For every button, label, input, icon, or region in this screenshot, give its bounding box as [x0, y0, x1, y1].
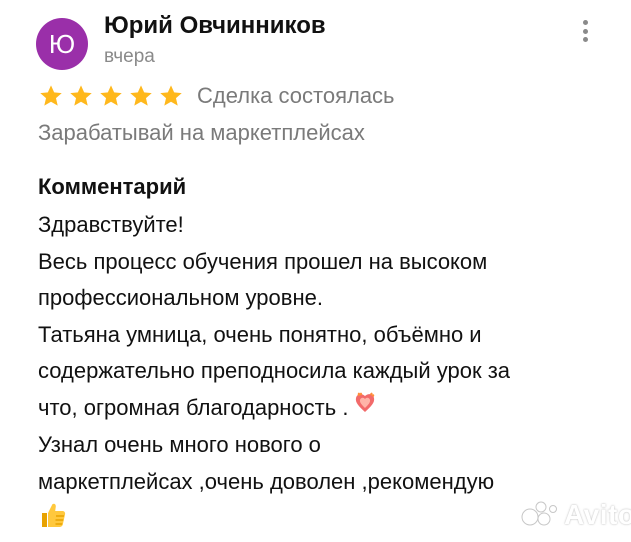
comment-line-with-emoji: что, огромная благодарность . [38, 390, 608, 428]
comment-line: Здравствуйте! [38, 212, 184, 237]
menu-dot [582, 37, 588, 42]
avatar[interactable]: Ю [36, 18, 88, 70]
star-icon [100, 85, 122, 106]
deal-status: Сделка состоялась [197, 83, 395, 108]
comment-body: Здравствуйте! Весь процесс обучения прош… [38, 207, 608, 542]
comment-heading: Комментарий [38, 174, 187, 199]
comment-line: Весь процесс обучения прошел на высоком [38, 248, 488, 274]
star-rating [38, 83, 184, 109]
heart-on-fire-emoji [352, 390, 378, 428]
star-icon [160, 85, 182, 106]
star-icon [130, 85, 152, 106]
star-icon [70, 85, 92, 106]
rating-row: Сделка состоялась [38, 80, 395, 112]
comment-line: профессиональном уровне. [38, 285, 323, 310]
comment-line: Татьяна умница, очень понятно, объёмно и [38, 321, 482, 347]
comment-line: маркетплейсах ,очень доволен ,рекомендую [38, 468, 495, 494]
comment-line: содержательно преподносила каждый урок з… [38, 358, 511, 383]
avito-watermark: Avito [520, 498, 631, 532]
review-category[interactable]: Зарабатывай на маркетплейсах [38, 120, 365, 146]
author-name[interactable]: Юрий Овчинников [104, 12, 326, 40]
menu-dot [582, 28, 588, 34]
thumbs-up-emoji [38, 500, 68, 542]
menu-dot [582, 20, 588, 25]
star-icon [40, 85, 62, 106]
avito-logo-icon [520, 499, 560, 532]
avito-watermark-text: Avito [564, 499, 631, 530]
more-vertical-icon[interactable] [574, 18, 596, 44]
comment-line-text: что, огромная благодарность . [38, 394, 349, 420]
avatar-letter: Ю [48, 28, 76, 59]
review-date: вчера [104, 46, 155, 67]
comment-line: Узнал очень много нового о [38, 432, 321, 458]
review-card: Ю Юрий Овчинников вчера Сделка состоялас… [0, 0, 631, 540]
